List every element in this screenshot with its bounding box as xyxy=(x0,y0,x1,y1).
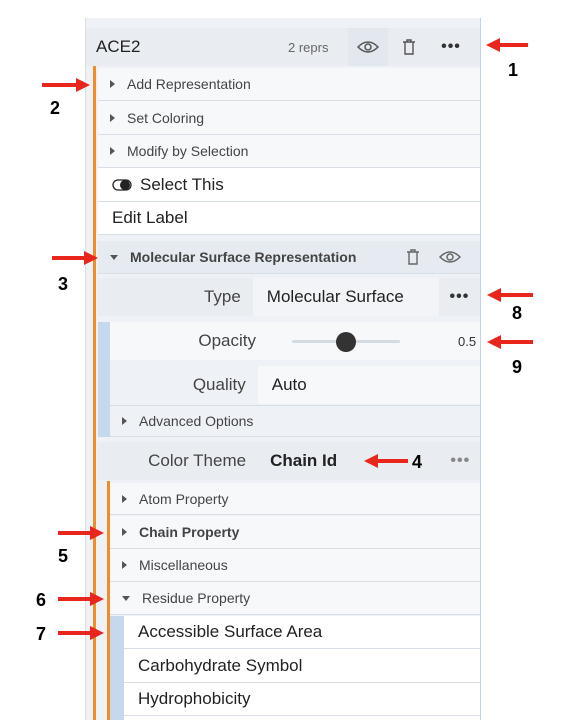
action-set-coloring[interactable]: Set Coloring xyxy=(98,101,480,135)
annotation-arrow-1 xyxy=(486,38,528,52)
group-label: Chain Property xyxy=(139,524,240,540)
edit-label-button[interactable]: Edit Label xyxy=(98,202,480,235)
annotation-number-4: 4 xyxy=(412,452,423,472)
quality-select[interactable]: Auto xyxy=(257,366,480,404)
quality-label: Quality xyxy=(192,375,246,394)
delete-representation-icon[interactable] xyxy=(396,249,430,265)
color-theme-label: Color Theme xyxy=(148,451,247,470)
type-label: Type xyxy=(203,287,241,306)
annotation-number-9: 9 xyxy=(512,357,523,377)
option-carbohydrate-symbol[interactable]: Carbohydrate Symbol xyxy=(124,649,480,683)
annotation-number-7: 7 xyxy=(36,624,47,644)
annotation-number-2: 2 xyxy=(50,98,61,118)
expand-arrow-icon xyxy=(110,147,115,155)
residue-indent-bar xyxy=(110,616,124,720)
annotation-arrow-7 xyxy=(58,626,104,640)
annotation-arrow-4 xyxy=(364,454,408,468)
repr-count: 2 reprs xyxy=(288,39,329,55)
group-label: Miscellaneous xyxy=(139,557,228,573)
type-row: Type Molecular Surface ••• xyxy=(98,278,480,316)
expand-arrow-icon xyxy=(110,80,115,88)
quality-row: Quality Auto xyxy=(110,366,480,404)
action-modify-by-selection[interactable]: Modify by Selection xyxy=(98,135,480,168)
next-option-partial xyxy=(124,716,480,720)
annotation-number-3: 3 xyxy=(58,274,69,294)
expand-arrow-icon xyxy=(122,561,127,569)
collapse-arrow-icon xyxy=(122,595,130,601)
representation-title: Molecular Surface Representation xyxy=(130,249,357,265)
opacity-slider[interactable] xyxy=(292,322,400,360)
annotation-number-6: 6 xyxy=(36,590,47,610)
advanced-options-label: Advanced Options xyxy=(139,413,254,429)
annotation-number-5: 5 xyxy=(58,546,69,566)
annotation-arrow-9 xyxy=(487,335,533,349)
group-label: Atom Property xyxy=(139,490,229,507)
delete-trash-icon[interactable] xyxy=(388,28,430,66)
option-label: Hydrophobicity xyxy=(138,689,251,708)
edit-label-text: Edit Label xyxy=(112,208,188,227)
type-select[interactable]: Molecular Surface xyxy=(252,278,439,316)
option-accessible-surface-area[interactable]: Accessible Surface Area xyxy=(124,616,480,649)
expand-arrow-icon xyxy=(122,417,127,425)
option-hydrophobicity[interactable]: Hydrophobicity xyxy=(124,683,480,716)
advanced-options-toggle[interactable]: Advanced Options xyxy=(110,405,480,437)
group-miscellaneous[interactable]: Miscellaneous xyxy=(110,549,480,582)
expand-arrow-icon xyxy=(122,528,127,536)
color-theme-options-icon[interactable]: ••• xyxy=(441,442,480,480)
representation-visibility-icon[interactable] xyxy=(430,250,470,264)
representation-header[interactable]: Molecular Surface Representation xyxy=(98,241,480,274)
option-label: Carbohydrate Symbol xyxy=(138,655,303,675)
structure-title[interactable]: ACE2 xyxy=(96,37,276,57)
annotation-arrow-6 xyxy=(58,592,104,606)
accent-line-outer xyxy=(93,66,96,720)
visibility-eye-icon[interactable] xyxy=(348,28,388,66)
select-this-label: Select This xyxy=(140,174,224,194)
type-options-icon[interactable]: ••• xyxy=(439,278,480,316)
annotation-arrow-5 xyxy=(58,526,104,540)
expand-arrow-icon xyxy=(122,494,127,503)
action-label: Modify by Selection xyxy=(127,143,249,159)
annotation-arrow-2 xyxy=(42,78,90,92)
opacity-slider-handle[interactable] xyxy=(336,332,356,352)
toggle-selection-icon xyxy=(112,178,132,191)
structure-header: ACE2 2 reprs ••• xyxy=(86,28,480,66)
annotation-arrow-8 xyxy=(487,288,533,302)
annotation-number-1: 1 xyxy=(508,60,519,80)
action-label: Set Coloring xyxy=(127,109,205,126)
group-label: Residue Property xyxy=(142,590,251,606)
opacity-label: Opacity xyxy=(198,331,256,350)
opacity-value: 0.5 xyxy=(458,333,477,349)
group-atom-property[interactable]: Atom Property xyxy=(110,483,480,515)
expand-arrow-icon xyxy=(110,113,115,122)
annotation-arrow-3 xyxy=(52,251,98,265)
collapse-arrow-icon xyxy=(110,254,118,260)
select-this-button[interactable]: Select This xyxy=(98,168,480,202)
opacity-row: Opacity 0.5 xyxy=(110,322,480,360)
annotation-number-8: 8 xyxy=(512,303,523,323)
group-chain-property[interactable]: Chain Property xyxy=(110,516,480,549)
option-label: Accessible Surface Area xyxy=(138,622,323,641)
group-residue-property[interactable]: Residue Property xyxy=(110,582,480,615)
opacity-indent-bar xyxy=(98,322,110,437)
action-label: Add Representation xyxy=(127,76,251,92)
more-options-icon[interactable]: ••• xyxy=(430,28,472,66)
color-theme-row: Color Theme Chain Id ••• xyxy=(98,442,480,480)
action-add-representation[interactable]: Add Representation xyxy=(98,68,480,101)
